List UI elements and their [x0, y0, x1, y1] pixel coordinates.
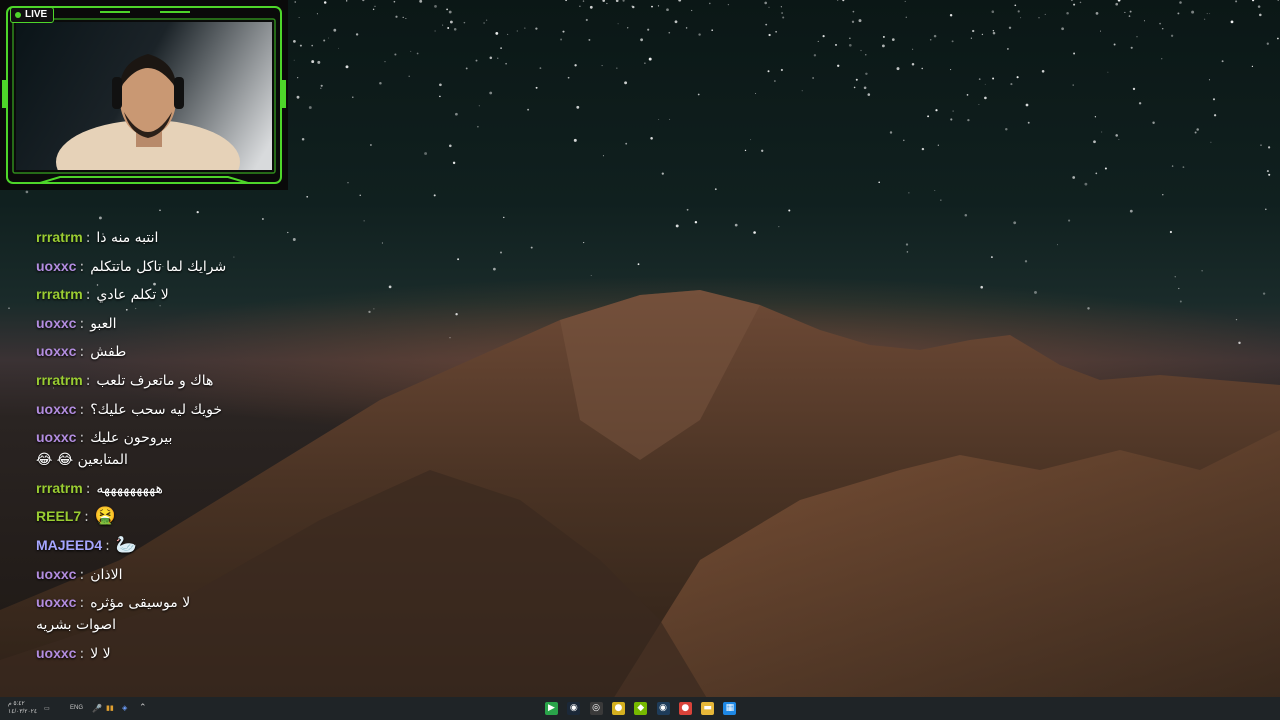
file-explorer-icon[interactable]: ▬ — [701, 702, 715, 715]
taskbar: ٥:٤٢ م ١٤/٠٣/٢٠٢٤ ▭ ENG 🎤 ▮▮ ◈ ⌃ ▶ ◉ ◎ ● ◆ ◉ ●… — [0, 697, 1280, 720]
media-player-icon[interactable]: ▶ — [545, 702, 558, 715]
webcam-overlay: LIVE — [0, 0, 288, 190]
chat-text: الاذان — [90, 566, 123, 583]
chat-text: هاك و ماتعرف تلعب — [96, 372, 214, 389]
chat-message: rrratrm: انتبه منه ذا — [36, 226, 336, 249]
steam-launcher-icon[interactable]: ◉ — [656, 702, 670, 715]
chat-username[interactable]: uoxxc — [36, 429, 76, 445]
chat-text: العبو — [90, 315, 117, 332]
chat-text: 🤮 — [94, 506, 117, 527]
chat-message: uoxxc: العبو — [36, 312, 336, 335]
network-icon[interactable]: ◈ — [122, 704, 127, 712]
chat-separator: : — [79, 566, 85, 583]
chat-message: rrratrm: لا تكلم عادي — [36, 283, 336, 306]
clock-date[interactable]: ١٤/٠٣/٢٠٢٤ — [8, 708, 37, 715]
chat-message: uoxxc: الاذان — [36, 563, 336, 586]
chat-text-continued: المتابعين 😂 😂 — [36, 452, 128, 469]
chat-text: لا موسيقى مؤثره — [90, 595, 191, 612]
discord-overlay-icon[interactable]: ● — [611, 702, 625, 715]
chat-message: uoxxc: لا لا — [36, 642, 336, 665]
chevron-up-icon[interactable]: ⌃ — [139, 702, 147, 713]
clock-time[interactable]: ٥:٤٢ م — [8, 700, 25, 707]
chat-message: REEL7: 🤮 — [36, 505, 336, 528]
chat-username[interactable]: rrratrm — [36, 286, 83, 302]
chat-separator: : — [79, 344, 85, 361]
chat-username[interactable]: uoxxc — [36, 343, 76, 359]
chat-separator: : — [84, 509, 89, 526]
chat-username[interactable]: uoxxc — [36, 401, 76, 417]
chat-username[interactable]: rrratrm — [36, 229, 83, 245]
chat-separator: : — [85, 480, 91, 497]
chat-message: uoxxc: شرايك لما تاكل ماتتكلم — [36, 255, 336, 278]
chat-separator: : — [79, 401, 85, 418]
chat-username[interactable]: uoxxc — [36, 594, 76, 610]
webcam-frame — [2, 6, 286, 184]
chat-username[interactable]: uoxxc — [36, 315, 76, 331]
chat-message: uoxxc: بيروحون عليك المتابعين 😂 😂 — [36, 426, 336, 471]
chat-username[interactable]: uoxxc — [36, 566, 76, 582]
chat-overlay: rrratrm: انتبه منه ذا uoxxc: شرايك لما تاكل… — [36, 226, 336, 670]
chat-separator: : — [85, 372, 91, 389]
language-indicator[interactable]: ENG — [70, 705, 83, 711]
microphone-icon[interactable]: 🎤 — [92, 704, 102, 713]
chat-separator: : — [105, 537, 110, 554]
chat-message: rrratrm: هههههههههه — [36, 477, 336, 500]
chat-text: 🦢 — [115, 534, 138, 555]
chat-message: MAJEED4: 🦢 — [36, 534, 336, 557]
battery-icon[interactable]: ▮▮ — [106, 704, 114, 712]
chat-username[interactable]: REEL7 — [36, 508, 81, 524]
obs-icon[interactable]: ◎ — [589, 702, 603, 715]
chat-text: شرايك لما تاكل ماتتكلم — [90, 258, 227, 275]
chat-username[interactable]: uoxxc — [36, 258, 76, 274]
chat-separator: : — [85, 230, 91, 246]
chat-separator: : — [79, 595, 85, 612]
chat-message: rrratrm: هاك و ماتعرف تلعب — [36, 369, 336, 392]
chat-separator: : — [79, 315, 85, 332]
chat-separator: : — [79, 258, 85, 275]
chat-message: uoxxc: طفش — [36, 340, 336, 363]
live-badge: LIVE — [10, 7, 55, 23]
chat-text: بيروحون عليك — [90, 430, 173, 447]
chat-message: uoxxc: لا موسيقى مؤثره اصوات بشريه — [36, 591, 336, 636]
notification-icon[interactable]: ▭ — [44, 705, 50, 712]
steam-icon[interactable]: ◉ — [567, 702, 581, 715]
chat-text: لا لا — [90, 645, 111, 662]
chat-text: لا تكلم عادي — [96, 287, 169, 304]
chat-separator: : — [79, 430, 85, 447]
chat-text: انتبه منه ذا — [96, 230, 159, 246]
chat-username[interactable]: rrratrm — [36, 372, 83, 388]
chat-username[interactable]: uoxxc — [36, 645, 76, 661]
chat-text: هههههههههه — [96, 480, 163, 497]
chat-separator: : — [85, 287, 91, 304]
chat-text: خويك ليه سحب عليك؟ — [90, 401, 223, 418]
nvidia-icon[interactable]: ◆ — [634, 702, 648, 715]
chrome-icon[interactable]: ● — [678, 702, 692, 715]
chat-message: uoxxc: خويك ليه سحب عليك؟ — [36, 398, 336, 421]
windows-icon[interactable]: ▦ — [723, 702, 737, 715]
chat-username[interactable]: MAJEED4 — [36, 537, 102, 553]
chat-separator: : — [79, 645, 85, 662]
chat-username[interactable]: rrratrm — [36, 480, 83, 496]
chat-text: طفش — [90, 344, 127, 361]
chat-text-continued: اصوات بشريه — [36, 617, 117, 634]
